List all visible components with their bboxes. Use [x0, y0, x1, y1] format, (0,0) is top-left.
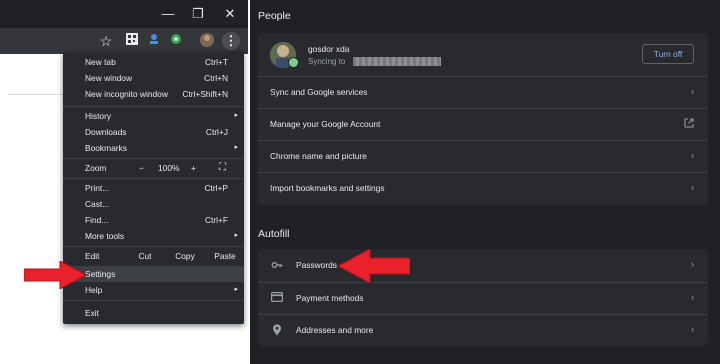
- settings-row-import-bookmarks[interactable]: Import bookmarks and settings ›: [258, 172, 708, 204]
- copy-button[interactable]: Copy: [165, 248, 205, 264]
- section-title-autofill: Autofill: [258, 228, 290, 240]
- menu-separator: [63, 106, 244, 107]
- chevron-right-icon: ›: [691, 292, 694, 302]
- location-pin-icon: [271, 324, 283, 336]
- menu-kebab-icon[interactable]: ⋮: [222, 32, 240, 50]
- menu-separator: [63, 300, 244, 301]
- menu-item-new-window[interactable]: New window Ctrl+N: [63, 70, 244, 86]
- star-icon[interactable]: ☆: [98, 33, 114, 49]
- menu-item-new-tab[interactable]: New tab Ctrl+T: [63, 54, 244, 70]
- menu-item-find[interactable]: Find... Ctrl+F: [63, 212, 244, 228]
- menu-item-cast[interactable]: Cast...: [63, 196, 244, 212]
- menu-item-history[interactable]: History ▸: [63, 108, 244, 124]
- restore-icon[interactable]: ❐: [188, 5, 208, 23]
- settings-row-manage-account[interactable]: Manage your Google Account: [258, 108, 708, 140]
- title-bar: — ❐ ✕: [0, 0, 248, 28]
- people-card: gosdor xda Syncing to Turn off Sync and …: [258, 33, 708, 205]
- chevron-right-icon: ›: [691, 324, 694, 334]
- extension-green-icon[interactable]: [168, 33, 184, 49]
- profile-avatar-icon[interactable]: [199, 33, 215, 49]
- close-icon[interactable]: ✕: [220, 5, 240, 23]
- menu-separator: [63, 246, 244, 247]
- credit-card-icon: [271, 292, 284, 304]
- zoom-level: 100%: [158, 163, 180, 173]
- menu-separator: [63, 158, 244, 159]
- user-name: gosdor xda: [308, 44, 350, 54]
- fullscreen-icon[interactable]: ⛶: [219, 160, 226, 176]
- settings-row-payment-methods[interactable]: Payment methods ›: [258, 282, 708, 314]
- settings-row-passwords[interactable]: Passwords ›: [258, 250, 708, 282]
- section-title-people: People: [258, 10, 291, 22]
- menu-item-settings[interactable]: Settings: [63, 266, 244, 282]
- menu-item-new-incognito[interactable]: New incognito window Ctrl+Shift+N: [63, 86, 244, 102]
- red-arrow-annotation: [338, 249, 410, 283]
- chevron-right-icon: ▸: [234, 144, 238, 151]
- menu-item-help[interactable]: Help ▸: [63, 282, 244, 298]
- settings-row-addresses[interactable]: Addresses and more ›: [258, 314, 708, 346]
- turn-off-sync-button[interactable]: Turn off: [642, 44, 694, 64]
- browser-toolbar: ☆ ⋮: [0, 28, 248, 54]
- menu-zoom-row: Zoom − 100% + ⛶: [63, 160, 244, 176]
- menu-edit-row: Edit Cut Copy Paste: [63, 248, 244, 264]
- chevron-right-icon: ›: [691, 259, 694, 269]
- menu-item-bookmarks[interactable]: Bookmarks ▸: [63, 140, 244, 156]
- settings-page: People gosdor xda Syncing to Turn off Sy…: [250, 0, 720, 364]
- menu-separator: [63, 178, 244, 179]
- chevron-right-icon: ›: [691, 182, 694, 192]
- paste-button[interactable]: Paste: [205, 248, 245, 264]
- chevron-right-icon: ▸: [234, 232, 238, 239]
- settings-row-chrome-name[interactable]: Chrome name and picture ›: [258, 140, 708, 172]
- chrome-menu: New tab Ctrl+T New window Ctrl+N New inc…: [63, 52, 244, 324]
- menu-item-downloads[interactable]: Downloads Ctrl+J: [63, 124, 244, 140]
- redacted-email: [353, 57, 441, 66]
- sync-status-icon: [288, 57, 299, 68]
- minimize-icon[interactable]: —: [158, 5, 178, 23]
- zoom-in-button[interactable]: +: [191, 160, 196, 176]
- zoom-out-button[interactable]: −: [139, 160, 144, 176]
- menu-item-exit[interactable]: Exit: [63, 305, 244, 321]
- chevron-right-icon: ▸: [234, 286, 238, 293]
- chevron-right-icon: ▸: [234, 112, 238, 119]
- sync-status-text: Syncing to: [308, 57, 346, 66]
- autofill-card: Passwords › Payment methods › Addresses …: [258, 249, 708, 346]
- red-arrow-annotation: [24, 261, 86, 289]
- chrome-window: — ❐ ✕ ☆ ⋮ New tab Ctrl+T New window Ctrl…: [0, 0, 248, 364]
- settings-row-sync[interactable]: Sync and Google services ›: [258, 76, 708, 108]
- menu-item-print[interactable]: Print... Ctrl+P: [63, 180, 244, 196]
- cut-button[interactable]: Cut: [125, 248, 165, 264]
- chevron-right-icon: ›: [691, 86, 694, 96]
- extension-qr-icon[interactable]: [124, 33, 140, 49]
- extension-blue-icon[interactable]: [146, 33, 162, 49]
- external-link-icon: [684, 118, 694, 130]
- page-divider: [8, 94, 63, 95]
- chevron-right-icon: ›: [691, 150, 694, 160]
- menu-item-more-tools[interactable]: More tools ▸: [63, 228, 244, 244]
- key-icon: [271, 259, 283, 271]
